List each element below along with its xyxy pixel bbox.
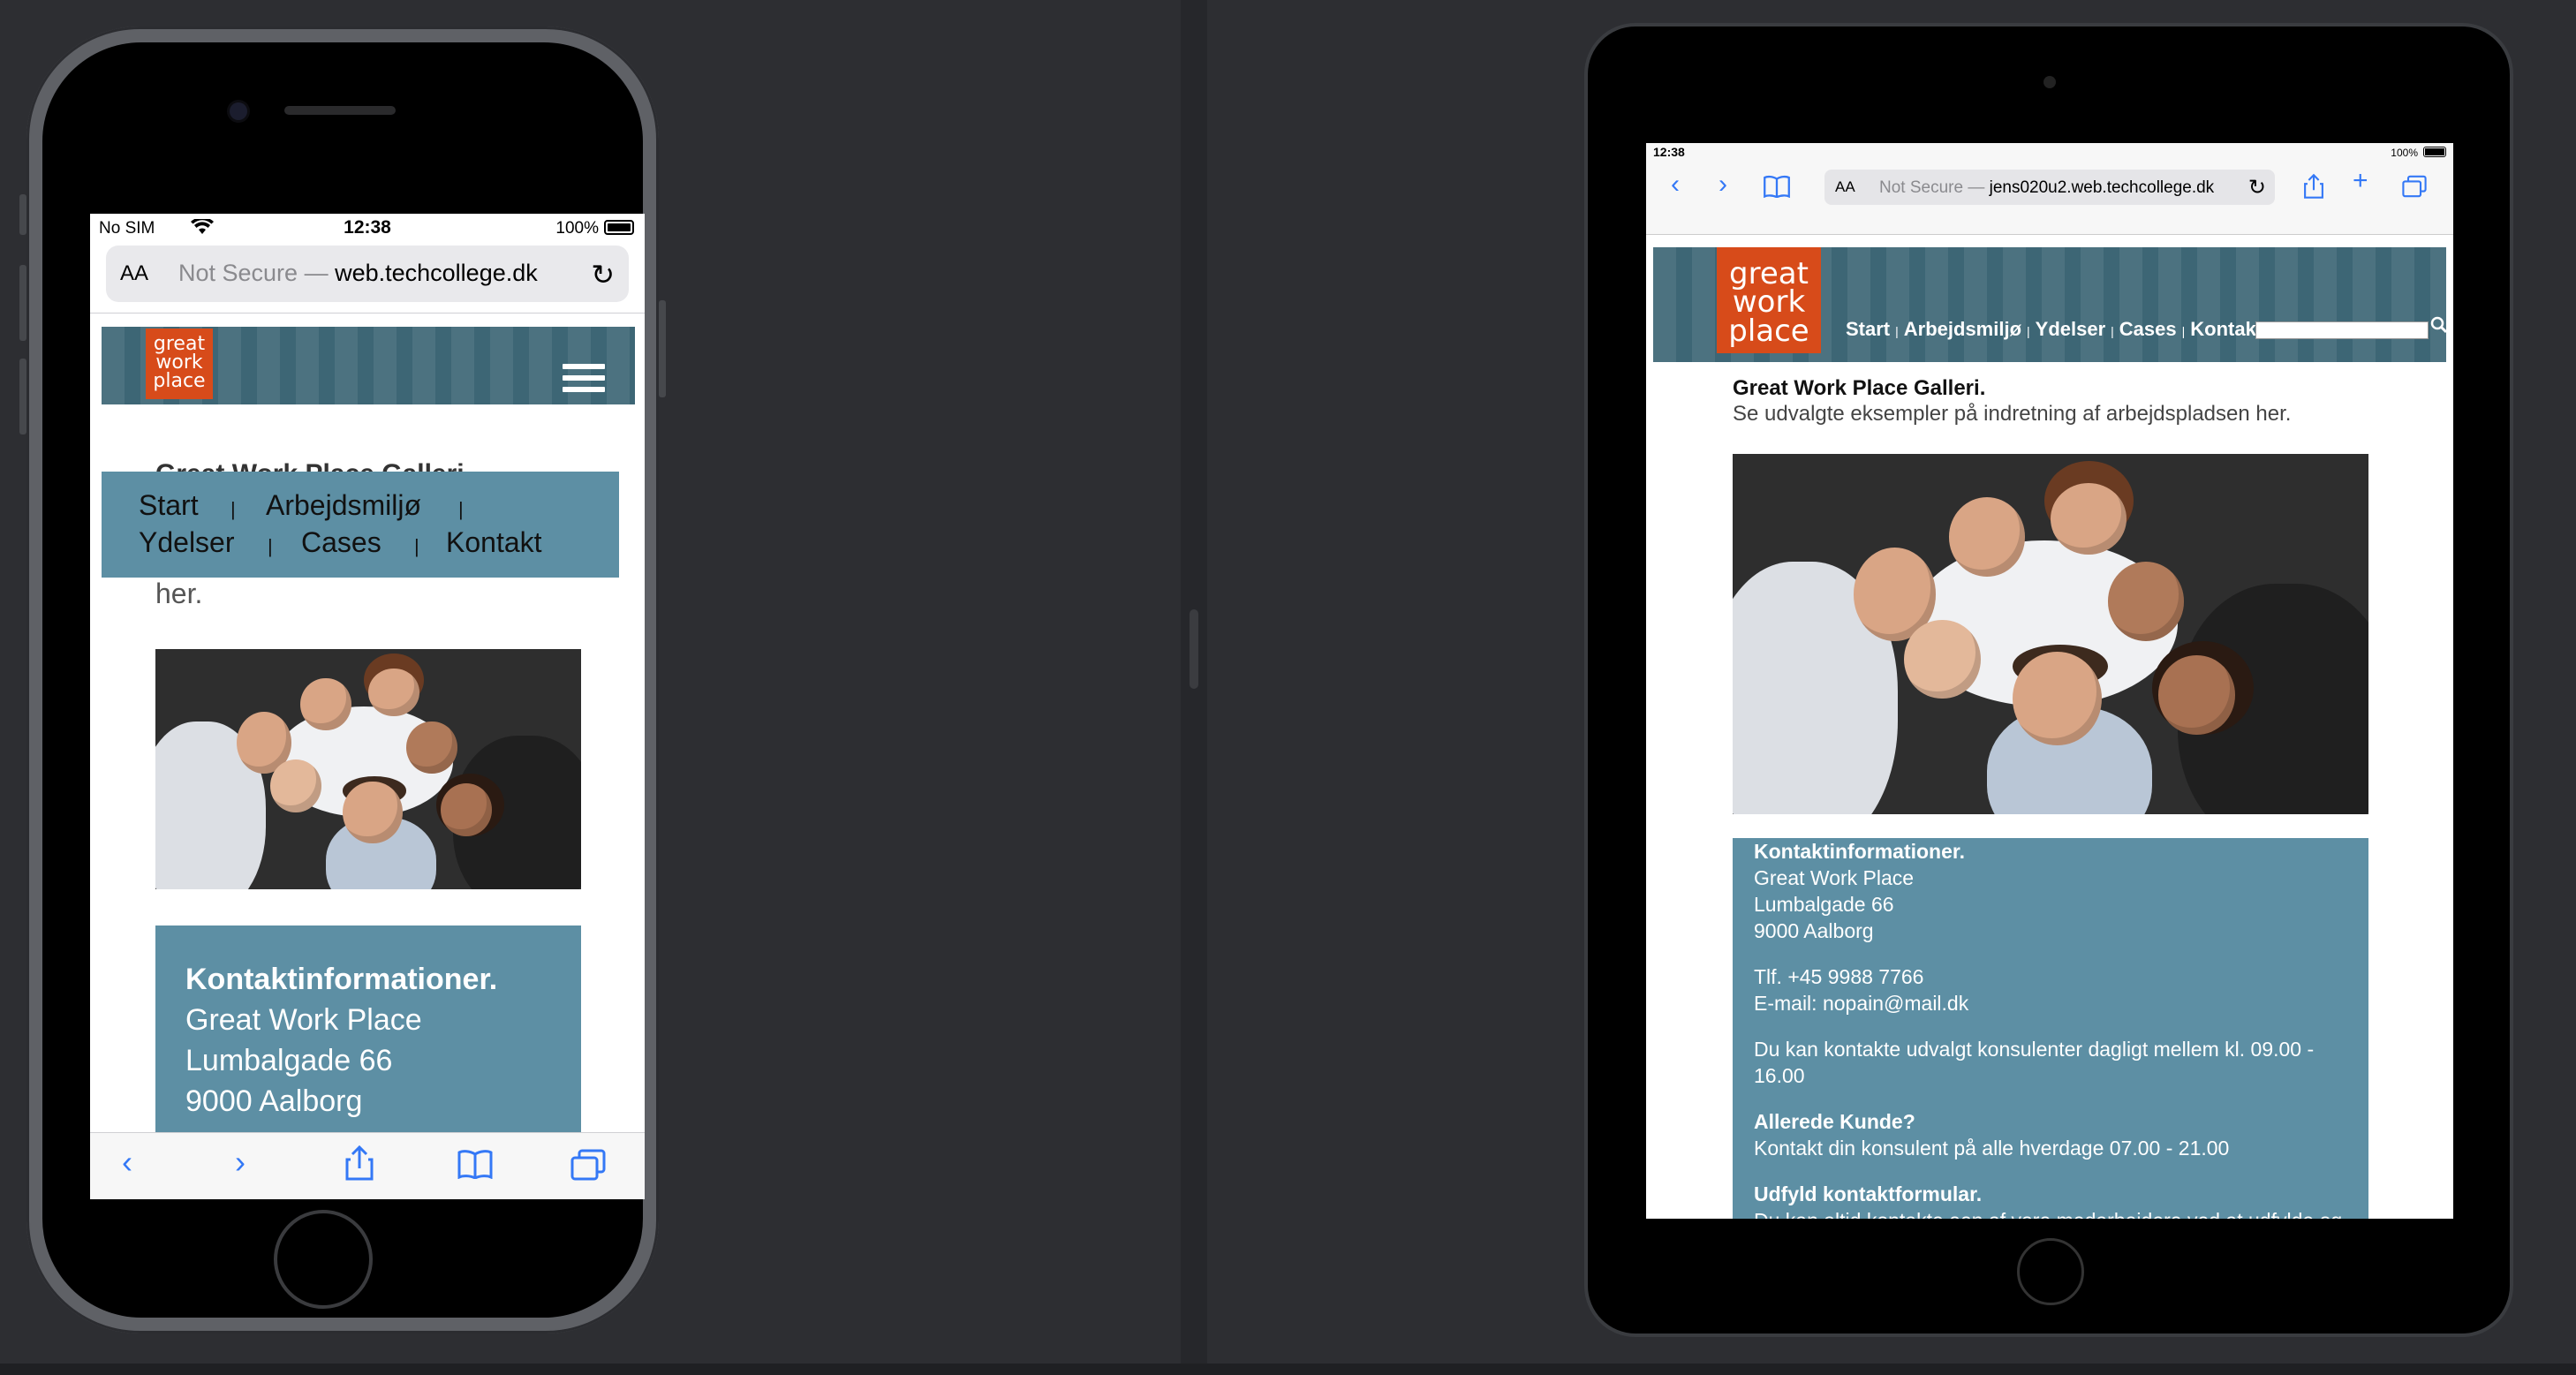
- contact-line: 9000 Aalborg: [185, 1084, 363, 1118]
- contact-hours: Du kan kontakte udvalgt konsulenter dagl…: [1754, 1038, 2315, 1087]
- not-secure-label: Not Secure —: [1879, 178, 1985, 197]
- contact-line: Lumbalgade 66: [185, 1044, 393, 1077]
- nav-separator: |: [2181, 324, 2186, 338]
- chevron-left-icon[interactable]: ‹: [1671, 170, 1680, 200]
- iphone-frame: No SIM 12:38 100% AA Not Secure — web.te…: [19, 26, 666, 1333]
- book-icon[interactable]: [457, 1149, 493, 1187]
- gallery-title: Great Work Place Galleri.: [1733, 376, 1986, 400]
- power-button: [659, 300, 666, 397]
- text-size-button[interactable]: AA: [120, 261, 148, 286]
- address-bar[interactable]: AA Not Secure — jens020u2.web.techcolleg…: [1824, 170, 2275, 205]
- mute-switch: [19, 194, 26, 235]
- front-camera: [2043, 76, 2056, 88]
- hamburger-icon[interactable]: [563, 364, 605, 398]
- form-text: Du kan altid kontakte een af vore medarb…: [1754, 1207, 2347, 1219]
- customer-heading: Allerede Kunde?: [1754, 1110, 1915, 1133]
- ipad-frame: 12:38 100% ‹ › AA Not Secure — jens020u2…: [1588, 26, 2510, 1333]
- battery-icon: [604, 220, 634, 235]
- nav-separator: |: [1895, 324, 1899, 338]
- main-nav: Start | Arbejdsmiljø | Ydelser | Cases | Kontakt: [1846, 318, 2262, 341]
- url-text[interactable]: Not Secure — jens020u2.web.techcollege.d…: [1879, 178, 2214, 198]
- status-time: 12:38: [1653, 145, 1685, 159]
- tabs-icon[interactable]: [570, 1149, 606, 1189]
- battery-percent: 100%: [555, 219, 599, 238]
- share-icon[interactable]: [344, 1145, 374, 1189]
- logo-line-3: place: [153, 369, 206, 392]
- safari-bottom-toolbar: ‹ ›: [90, 1132, 645, 1199]
- gallery-subtitle: Se udvalgte eksempler på indretning af a…: [1733, 402, 2292, 426]
- volume-down-button: [19, 359, 26, 434]
- team-photo: [155, 649, 581, 889]
- search-input[interactable]: [2255, 321, 2429, 339]
- nav-separator: |: [2027, 324, 2030, 338]
- bottom-strip: [0, 1364, 2576, 1375]
- address-bar[interactable]: AA Not Secure — web.techcollege.dk ↻: [106, 246, 629, 302]
- contact-address-line: Great Work Place: [1754, 866, 1915, 889]
- nav-item-kontakt[interactable]: Kontakt: [446, 526, 542, 559]
- form-heading: Udfyld kontaktformular.: [1754, 1182, 1983, 1205]
- reload-icon[interactable]: ↻: [591, 258, 615, 291]
- chevron-right-icon[interactable]: ›: [235, 1144, 246, 1181]
- site-logo[interactable]: great work place: [1717, 247, 1821, 353]
- home-button[interactable]: [2017, 1238, 2084, 1305]
- contact-heading: Kontaktinformationer.: [185, 963, 498, 996]
- nav-item-kontakt[interactable]: Kontakt: [2190, 318, 2262, 340]
- magnifier-icon[interactable]: [2430, 316, 2446, 339]
- nav-item-start[interactable]: Start: [1846, 318, 1890, 340]
- safari-toolbar: 12:38 100% ‹ › AA Not Secure — jens020u2…: [1646, 143, 2453, 235]
- chevron-left-icon[interactable]: ‹: [122, 1144, 132, 1181]
- pane-divider[interactable]: [1181, 0, 1207, 1375]
- contact-info-box: Kontaktinformationer. Great Work Place L…: [1733, 838, 2368, 1219]
- contact-heading: Kontaktinformationer.: [1754, 840, 1965, 863]
- nav-separator: |: [230, 498, 236, 520]
- nav-item-cases[interactable]: Cases: [2119, 318, 2177, 340]
- battery-percent: 100%: [2391, 147, 2418, 159]
- phone-screen: No SIM 12:38 100% AA Not Secure — web.te…: [90, 214, 645, 1199]
- nav-separator: |: [2111, 324, 2114, 338]
- earpiece-speaker: [284, 106, 396, 115]
- volume-up-button: [19, 265, 26, 341]
- nav-item-start[interactable]: Start: [139, 489, 199, 522]
- customer-text: Kontakt din konsulent på alle hverdage 0…: [1754, 1137, 2230, 1160]
- url-host: jens020u2.web.techcollege.dk: [1989, 178, 2215, 197]
- site-logo[interactable]: great work place: [146, 329, 213, 399]
- chevron-right-icon[interactable]: ›: [1719, 170, 1727, 200]
- contact-email: E-mail: nopain@mail.dk: [1754, 992, 1969, 1015]
- tablet-screen: 12:38 100% ‹ › AA Not Secure — jens020u2…: [1646, 143, 2453, 1219]
- home-button[interactable]: [274, 1210, 373, 1309]
- site-header-banner: great work place Start | Arbejdsmiljø | Ydel…: [1653, 247, 2446, 362]
- nav-separator: |: [414, 535, 419, 557]
- nav-separator: |: [268, 535, 273, 557]
- reload-icon[interactable]: ↻: [2248, 175, 2266, 200]
- new-tab-icon[interactable]: +: [2353, 166, 2368, 196]
- logo-line-2: work: [1732, 284, 1806, 321]
- tabs-icon[interactable]: [2402, 175, 2427, 205]
- book-icon[interactable]: [1763, 175, 1791, 205]
- share-icon[interactable]: [2303, 173, 2324, 207]
- contact-line: Great Work Place: [185, 1003, 422, 1037]
- contact-address-line: 9000 Aalborg: [1754, 919, 1874, 942]
- nav-separator: |: [458, 498, 464, 520]
- url-host: web.techcollege.dk: [335, 260, 538, 286]
- front-camera: [230, 102, 247, 120]
- battery-icon: [2423, 147, 2446, 157]
- not-secure-label: Not Secure —: [178, 260, 329, 286]
- gallery-subtitle-tail: her.: [155, 578, 203, 609]
- text-size-button[interactable]: AA: [1835, 178, 1855, 196]
- nav-item-arbejdsmiljo[interactable]: Arbejdsmiljø: [1904, 318, 2021, 340]
- phone-status-bar: No SIM 12:38 100%: [90, 214, 645, 244]
- contact-phone: Tlf. +45 9988 7766: [1754, 965, 1924, 988]
- contact-address-line: Lumbalgade 66: [1754, 893, 1894, 916]
- site-header-banner: great work place: [102, 327, 635, 404]
- nav-item-cases[interactable]: Cases: [301, 526, 381, 559]
- nav-item-ydelser[interactable]: Ydelser: [139, 526, 235, 559]
- divider-grip[interactable]: [1190, 609, 1198, 689]
- nav-item-arbejdsmiljo[interactable]: Arbejdsmiljø: [266, 489, 421, 522]
- nav-item-ydelser[interactable]: Ydelser: [2036, 318, 2106, 340]
- toolbar-separator: [90, 313, 645, 314]
- url-text[interactable]: Not Secure — web.techcollege.dk: [178, 260, 538, 287]
- mobile-nav-menu: Start | Arbejdsmiljø | Ydelser | Cases |…: [102, 472, 619, 578]
- team-photo: [1733, 454, 2368, 814]
- logo-line-3: place: [1728, 313, 1809, 349]
